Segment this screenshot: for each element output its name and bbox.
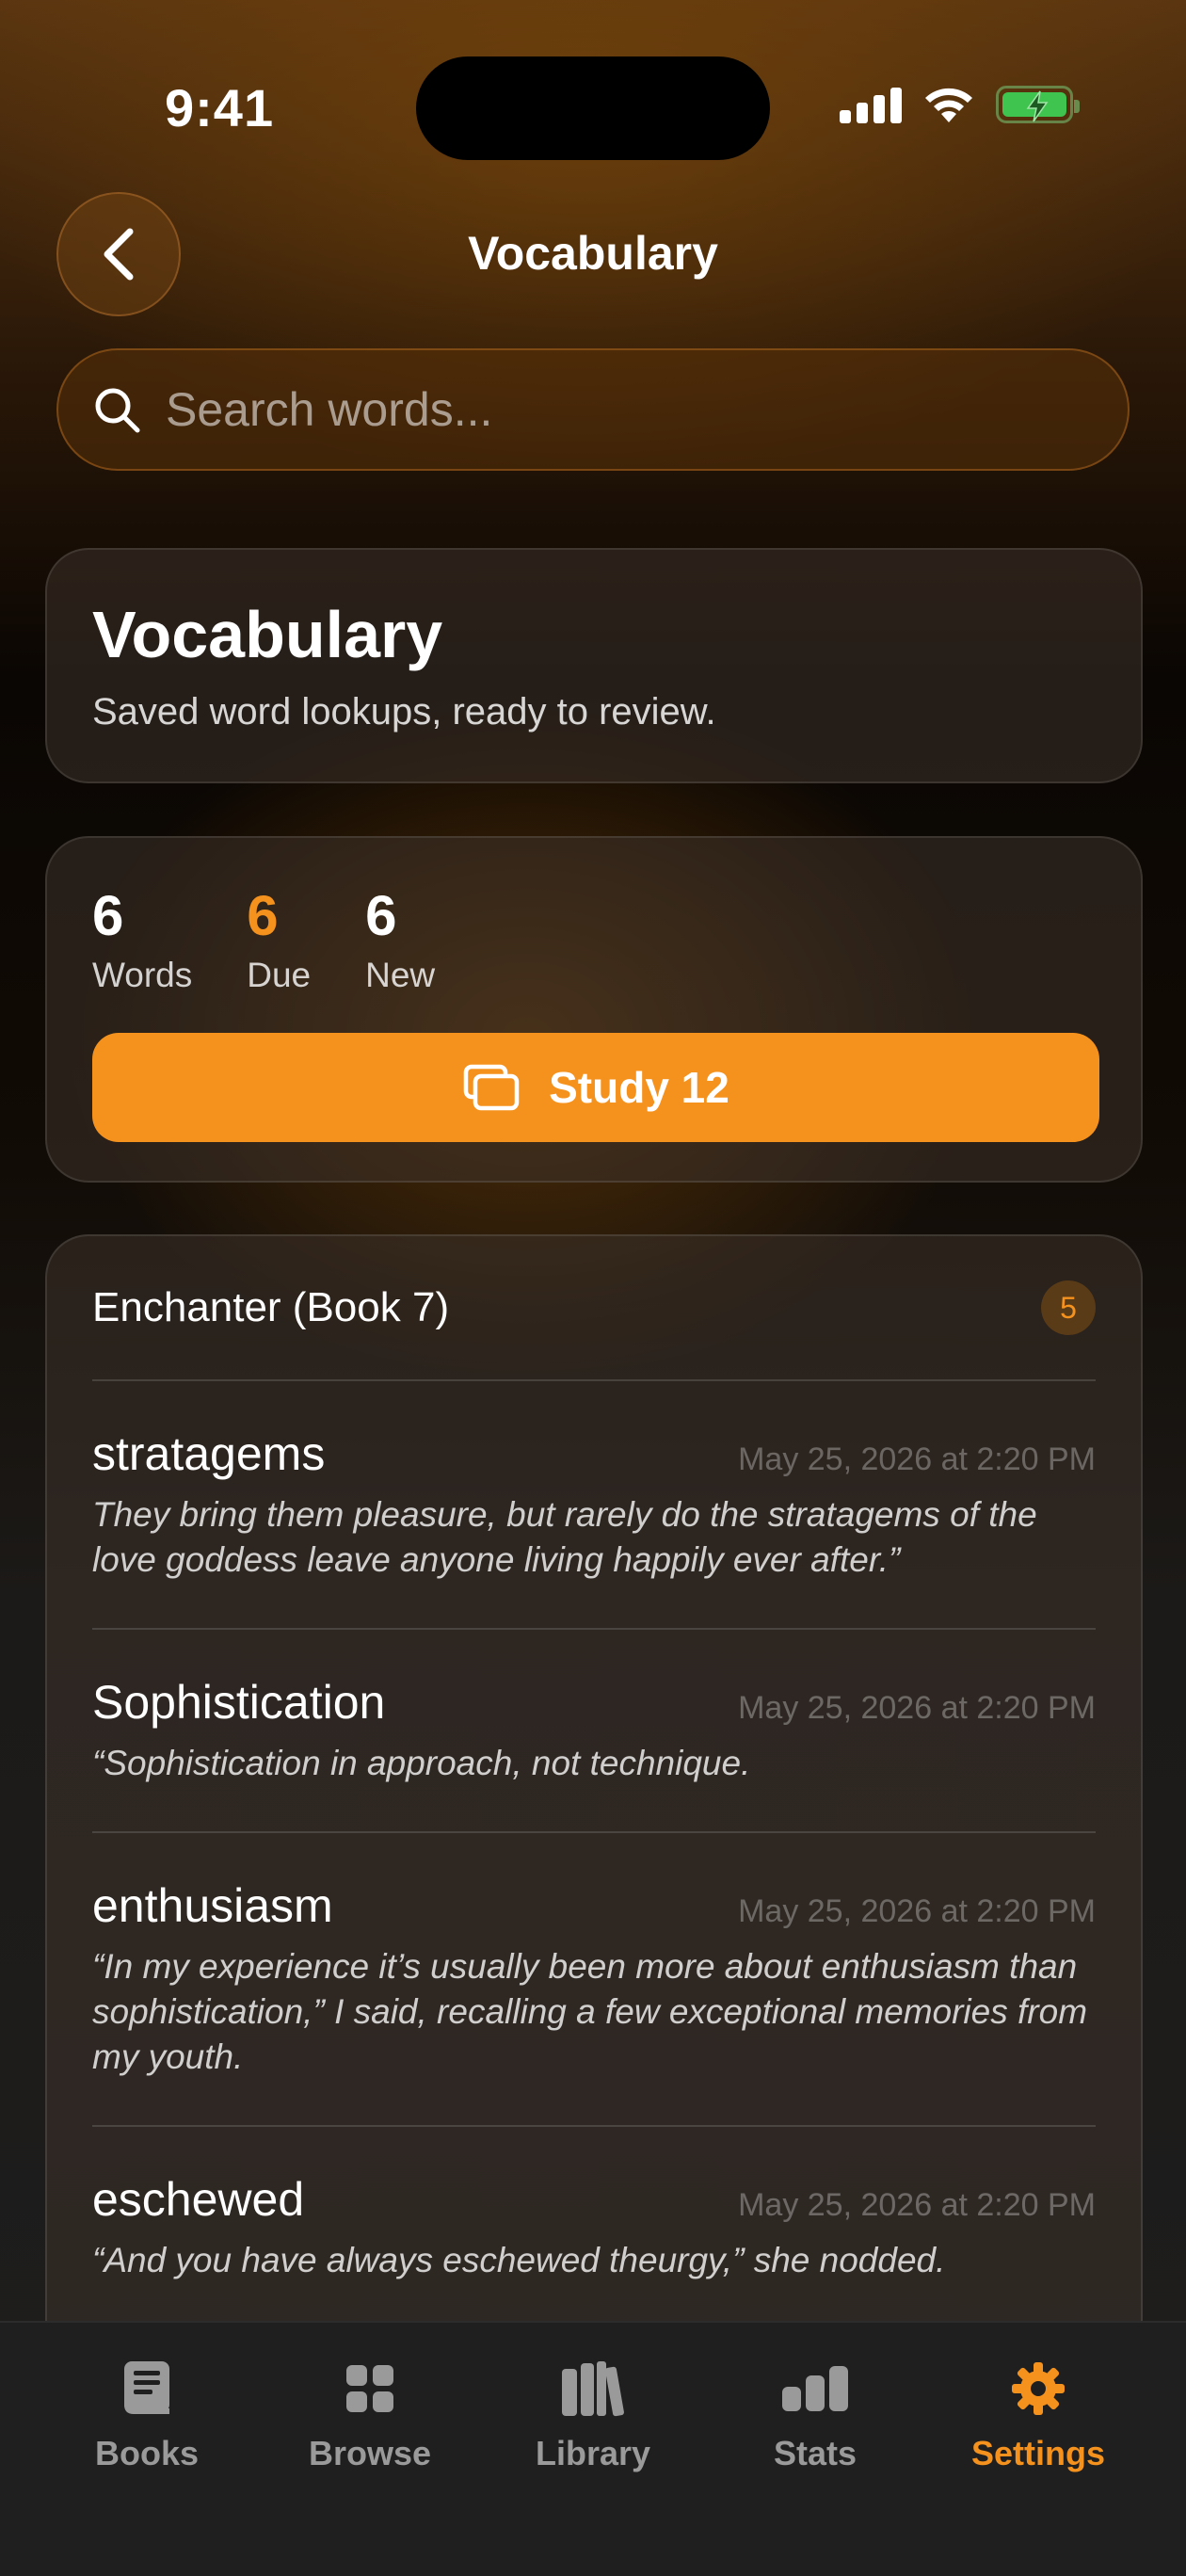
dynamic-island <box>416 56 770 160</box>
search-input[interactable] <box>166 382 1013 437</box>
word-text: stratagems <box>92 1427 326 1480</box>
tab-label: Stats <box>773 2434 857 2472</box>
study-button[interactable]: Study 12 <box>92 1033 1099 1142</box>
stat-label: Words <box>92 956 193 994</box>
book-word-list: Enchanter (Book 7) 5 stratagems May 25, … <box>45 1234 1143 2364</box>
status-icons <box>840 85 1080 124</box>
tab-stats[interactable]: Stats <box>721 2355 909 2473</box>
list-item[interactable]: enthusiasm May 25, 2026 at 2:20 PM “In m… <box>92 1833 1096 2127</box>
word-date: May 25, 2026 at 2:20 PM <box>738 1441 1096 1477</box>
stat-label: Due <box>247 956 312 994</box>
tab-library[interactable]: Library <box>499 2355 687 2473</box>
cellular-signal-icon <box>840 86 902 123</box>
nav-title: Vocabulary <box>468 227 718 280</box>
tab-label: Browse <box>308 2434 432 2472</box>
stat-due: 6 Due <box>247 883 311 995</box>
list-item[interactable]: eschewed May 25, 2026 at 2:20 PM “And yo… <box>92 2127 1096 2330</box>
stat-value: 6 <box>92 884 124 947</box>
stat-value: 6 <box>247 884 279 947</box>
tab-label: Library <box>535 2434 651 2472</box>
stat-label: New <box>365 956 436 994</box>
word-context: “Sophistication in approach, not techniq… <box>92 1744 751 1782</box>
word-context: They bring them pleasure, but rarely do … <box>92 1495 1037 1579</box>
stats-card: 6 Words 6 Due 6 New Study 12 <box>45 836 1143 1183</box>
tab-settings[interactable]: Settings <box>944 2355 1132 2473</box>
tab-label: Books <box>94 2434 200 2472</box>
study-button-label: Study 12 <box>549 1063 729 1112</box>
word-date: May 25, 2026 at 2:20 PM <box>738 1690 1096 1726</box>
count-badge: 5 <box>1041 1280 1096 1335</box>
tab-browse[interactable]: Browse <box>276 2355 464 2473</box>
stat-words: 6 Words <box>92 883 192 995</box>
grid-icon <box>346 2365 393 2412</box>
book-title: Enchanter (Book 7) <box>92 1284 450 1330</box>
book-group-header[interactable]: Enchanter (Book 7) 5 <box>92 1236 1096 1381</box>
book-icon <box>124 2361 169 2414</box>
tab-books[interactable]: Books <box>53 2355 241 2473</box>
gear-icon <box>1012 2362 1065 2415</box>
stat-new: 6 New <box>365 883 435 995</box>
word-text: Sophistication <box>92 1676 386 1729</box>
list-item[interactable]: stratagems May 25, 2026 at 2:20 PM They … <box>92 1381 1096 1630</box>
tab-label: Settings <box>970 2434 1105 2472</box>
page-subtitle: Saved word lookups, ready to review. <box>92 691 716 733</box>
list-item[interactable]: Sophistication May 25, 2026 at 2:20 PM “… <box>92 1630 1096 1833</box>
word-context: “In my experience it’s usually been more… <box>92 1947 1088 2076</box>
wifi-icon <box>925 88 972 122</box>
cards-icon <box>463 1064 520 1111</box>
stat-value: 6 <box>365 884 397 947</box>
word-context: “And you have always eschewed theurgy,” … <box>92 2241 946 2279</box>
library-icon <box>562 2361 624 2417</box>
bar-chart-icon <box>782 2366 848 2411</box>
word-text: eschewed <box>92 2173 305 2226</box>
battery-icon <box>996 86 1080 123</box>
search-bar[interactable] <box>56 348 1130 471</box>
status-time: 9:41 <box>165 78 275 137</box>
page-title: Vocabulary <box>92 598 443 671</box>
word-text: enthusiasm <box>92 1879 333 1932</box>
word-date: May 25, 2026 at 2:20 PM <box>738 1893 1096 1929</box>
stats-row: 6 Words 6 Due 6 New <box>92 883 1096 995</box>
search-icon <box>95 388 140 433</box>
tab-bar: Books Browse Library Stats Settings <box>0 2321 1186 2576</box>
header-card: Vocabulary Saved word lookups, ready to … <box>45 548 1143 783</box>
word-date: May 25, 2026 at 2:20 PM <box>738 2187 1096 2223</box>
